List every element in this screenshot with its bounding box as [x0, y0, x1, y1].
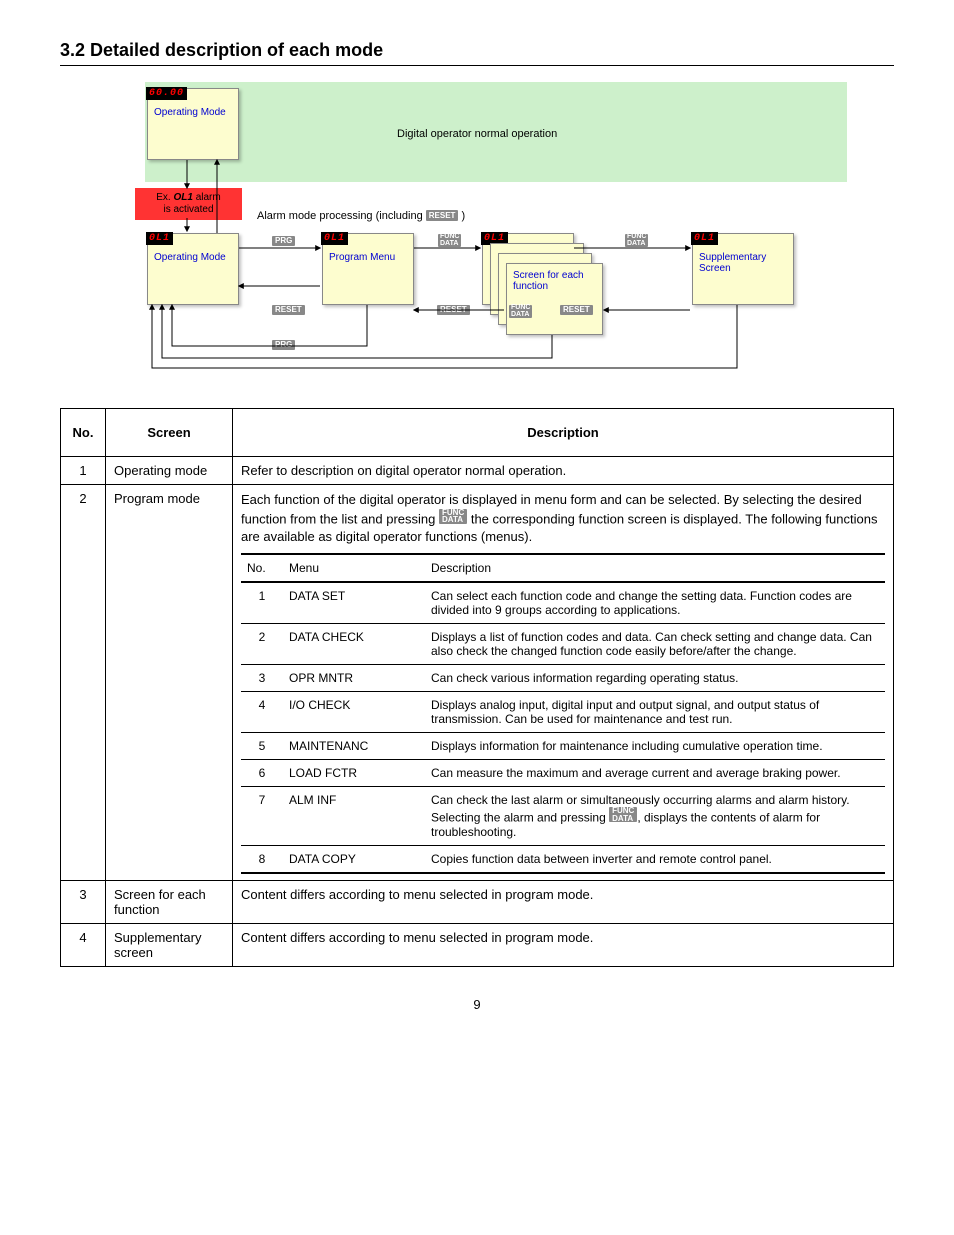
- m-desc: Can select each function code and change…: [425, 582, 885, 624]
- key-reset-1: RESET: [272, 305, 305, 315]
- m-desc: Displays information for maintenance inc…: [425, 733, 885, 760]
- section-header: 3.2 Detailed description of each mode: [60, 40, 894, 66]
- m-no: 2: [241, 624, 283, 665]
- lcd-top: 60.00: [146, 87, 187, 100]
- mth-no: No.: [241, 554, 283, 582]
- m-name: DATA CHECK: [283, 624, 425, 665]
- box-each-front: Screen for eachfunction: [506, 263, 603, 335]
- key-reset-2: RESET: [437, 305, 470, 315]
- func-data-key-inline: FUNCDATA: [439, 509, 467, 524]
- page-number: 9: [60, 997, 894, 1012]
- th-screen: Screen: [106, 409, 233, 457]
- key-reset-3: RESET: [560, 305, 593, 315]
- cell-no: 1: [61, 457, 106, 485]
- label-program: Program Menu: [329, 252, 395, 263]
- key-func-1: FUNCDATA: [438, 234, 461, 247]
- m-name: MAINTENANC: [283, 733, 425, 760]
- table-row: 1 Operating mode Refer to description on…: [61, 457, 894, 485]
- m-name: I/O CHECK: [283, 692, 425, 733]
- m-desc: Can measure the maximum and average curr…: [425, 760, 885, 787]
- m-desc: Displays a list of function codes and da…: [425, 624, 885, 665]
- state-diagram: 60.00 Operating Mode Digital operator no…: [117, 78, 837, 378]
- m-desc: Copies function data between inverter an…: [425, 845, 885, 873]
- key-func-2: FUNCDATA: [625, 234, 648, 247]
- m-name: DATA SET: [283, 582, 425, 624]
- m-no: 4: [241, 692, 283, 733]
- menu-row: 4 I/O CHECK Displays analog input, digit…: [241, 692, 885, 733]
- m-no: 6: [241, 760, 283, 787]
- cell-screen: Supplementary screen: [106, 923, 233, 966]
- cell-no: 3: [61, 880, 106, 923]
- cell-screen: Program mode: [106, 485, 233, 881]
- cell-screen: Operating mode: [106, 457, 233, 485]
- m-name: ALM INF: [283, 787, 425, 846]
- menu-row: 7 ALM INF Can check the last alarm or si…: [241, 787, 885, 846]
- table-row: 4 Supplementary screen Content differs a…: [61, 923, 894, 966]
- table-row: 2 Program mode Each function of the digi…: [61, 485, 894, 881]
- cell-screen: Screen for each function: [106, 880, 233, 923]
- m-desc: Displays analog input, digital input and…: [425, 692, 885, 733]
- caption-alarm-post: ): [461, 210, 465, 222]
- label-op-alarm: Operating Mode: [154, 252, 226, 263]
- cell-no: 4: [61, 923, 106, 966]
- th-desc: Description: [233, 409, 894, 457]
- menu-row: 8 DATA COPY Copies function data between…: [241, 845, 885, 873]
- lcd-supp: 0L1: [691, 232, 718, 245]
- caption-normal-op: Digital operator normal operation: [397, 128, 557, 140]
- label-operating-top: Operating Mode: [154, 107, 226, 118]
- mth-name: Menu: [283, 554, 425, 582]
- label-each: Screen for eachfunction: [513, 270, 584, 292]
- m-desc-alm: Can check the last alarm or simultaneous…: [425, 787, 885, 846]
- menu-row: 2 DATA CHECK Displays a list of function…: [241, 624, 885, 665]
- box-operating-alarm: 0L1 Operating Mode: [147, 233, 239, 305]
- m-no: 7: [241, 787, 283, 846]
- th-no: No.: [61, 409, 106, 457]
- func-data-key-inline-2: FUNCDATA: [609, 807, 637, 822]
- menu-row: 6 LOAD FCTR Can measure the maximum and …: [241, 760, 885, 787]
- m-no: 1: [241, 582, 283, 624]
- caption-alarm-proc: Alarm mode processing (including RESET ): [257, 210, 465, 222]
- key-prg-1: PRG: [272, 236, 295, 246]
- menu-row: 1 DATA SET Can select each function code…: [241, 582, 885, 624]
- reset-key-inline: RESET: [426, 210, 459, 221]
- label-supp: SupplementaryScreen: [699, 252, 766, 274]
- m-desc: Can check various information regarding …: [425, 665, 885, 692]
- cell-desc: Content differs according to menu select…: [233, 880, 894, 923]
- box-operating-top: 60.00 Operating Mode: [147, 88, 239, 160]
- m-no: 3: [241, 665, 283, 692]
- m-name: OPR MNTR: [283, 665, 425, 692]
- box-supplementary: 0L1 SupplementaryScreen: [692, 233, 794, 305]
- cell-desc: Refer to description on digital operator…: [233, 457, 894, 485]
- table-row: 3 Screen for each function Content diffe…: [61, 880, 894, 923]
- caption-alarm-pre: Alarm mode processing (including: [257, 210, 426, 222]
- mth-desc: Description: [425, 554, 885, 582]
- box-program-menu: 0L1 Program Menu: [322, 233, 414, 305]
- cell-desc: Content differs according to menu select…: [233, 923, 894, 966]
- screens-table: No. Screen Description 1 Operating mode …: [60, 408, 894, 967]
- cell-no: 2: [61, 485, 106, 881]
- alarm-note-text: Ex. OL1 alarmis activated: [156, 192, 220, 215]
- alarm-note: Ex. OL1 alarmis activated: [135, 188, 242, 220]
- menu-row: 3 OPR MNTR Can check various information…: [241, 665, 885, 692]
- lcd-program: 0L1: [321, 232, 348, 245]
- menu-table: No. Menu Description 1 DATA SET Can sele…: [241, 553, 885, 874]
- menu-row: 5 MAINTENANC Displays information for ma…: [241, 733, 885, 760]
- m-name: LOAD FCTR: [283, 760, 425, 787]
- lcd-op-alarm: 0L1: [146, 232, 173, 245]
- cell-desc-program: Each function of the digital operator is…: [233, 485, 894, 881]
- m-name: DATA COPY: [283, 845, 425, 873]
- program-intro: Each function of the digital operator is…: [241, 491, 885, 545]
- key-func-3: FUNCDATA: [509, 305, 532, 318]
- m-no: 8: [241, 845, 283, 873]
- key-prg-2: PRG: [272, 340, 295, 350]
- m-no: 5: [241, 733, 283, 760]
